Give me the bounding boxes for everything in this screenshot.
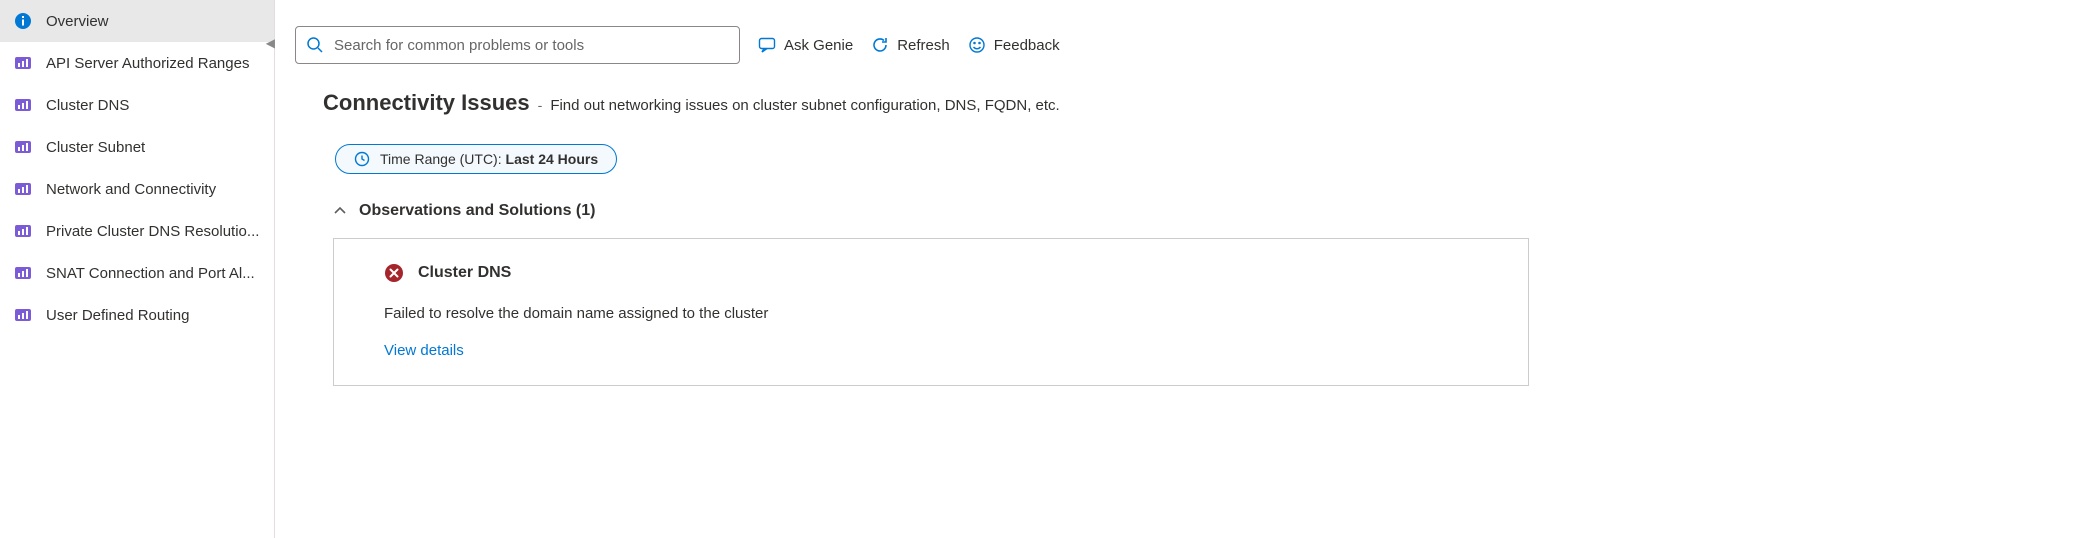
separator: - (538, 97, 543, 113)
observation-card: Cluster DNS Failed to resolve the domain… (333, 238, 1529, 386)
chat-icon (758, 36, 776, 54)
chart-icon (14, 264, 32, 282)
section-title: Observations and Solutions (1) (359, 202, 595, 220)
refresh-button[interactable]: Refresh (871, 36, 950, 54)
sidebar-item-label: API Server Authorized Ranges (46, 55, 249, 72)
card-header: Cluster DNS (384, 263, 1498, 283)
chart-icon (14, 180, 32, 198)
observations-header[interactable]: Observations and Solutions (1) (323, 202, 2077, 220)
sidebar-item-snat-connection[interactable]: SNAT Connection and Port Al... (0, 252, 274, 294)
card-title: Cluster DNS (418, 264, 511, 282)
chart-icon (14, 306, 32, 324)
sidebar-item-label: User Defined Routing (46, 307, 189, 324)
refresh-icon (871, 36, 889, 54)
toolbar-label: Refresh (897, 37, 950, 54)
search-input[interactable] (334, 37, 729, 54)
page-subtitle: Find out networking issues on cluster su… (550, 97, 1059, 114)
content-area: Connectivity Issues - Find out networkin… (295, 90, 2077, 386)
sidebar-item-overview[interactable]: Overview (0, 0, 274, 42)
page-heading: Connectivity Issues - Find out networkin… (323, 90, 2077, 116)
main-content: Ask Genie Refresh Feedback Connectivity … (275, 0, 2097, 538)
collapse-sidebar-arrow-icon[interactable]: ◀ (266, 36, 275, 50)
view-details-link[interactable]: View details (384, 342, 1498, 359)
chart-icon (14, 138, 32, 156)
sidebar-item-label: SNAT Connection and Port Al... (46, 265, 255, 282)
chart-icon (14, 222, 32, 240)
info-icon (14, 12, 32, 30)
ask-genie-button[interactable]: Ask Genie (758, 36, 853, 54)
sidebar-item-cluster-subnet[interactable]: Cluster Subnet (0, 126, 274, 168)
feedback-button[interactable]: Feedback (968, 36, 1060, 54)
chart-icon (14, 54, 32, 72)
sidebar-item-label: Network and Connectivity (46, 181, 216, 198)
sidebar-item-label: Overview (46, 13, 109, 30)
sidebar-item-private-cluster-dns[interactable]: Private Cluster DNS Resolutio... (0, 210, 274, 252)
toolbar-label: Ask Genie (784, 37, 853, 54)
sidebar-item-api-server-authorized-ranges[interactable]: API Server Authorized Ranges (0, 42, 274, 84)
page-title: Connectivity Issues (323, 90, 530, 116)
error-icon (384, 263, 404, 283)
sidebar-item-label: Cluster DNS (46, 97, 129, 114)
sidebar: ◀ Overview API Server Authorized Ranges … (0, 0, 275, 538)
card-description: Failed to resolve the domain name assign… (384, 305, 1498, 322)
sidebar-item-label: Cluster Subnet (46, 139, 145, 156)
time-range-text: Time Range (UTC): Last 24 Hours (380, 151, 598, 167)
sidebar-item-user-defined-routing[interactable]: User Defined Routing (0, 294, 274, 336)
search-box[interactable] (295, 26, 740, 64)
sidebar-item-cluster-dns[interactable]: Cluster DNS (0, 84, 274, 126)
chevron-up-icon (333, 204, 347, 218)
toolbar-label: Feedback (994, 37, 1060, 54)
clock-icon (354, 151, 370, 167)
time-range-pill[interactable]: Time Range (UTC): Last 24 Hours (335, 144, 617, 174)
sidebar-item-network-connectivity[interactable]: Network and Connectivity (0, 168, 274, 210)
sidebar-item-label: Private Cluster DNS Resolutio... (46, 223, 259, 240)
top-toolbar: Ask Genie Refresh Feedback (295, 26, 2077, 64)
chart-icon (14, 96, 32, 114)
smiley-icon (968, 36, 986, 54)
search-icon (306, 36, 324, 54)
